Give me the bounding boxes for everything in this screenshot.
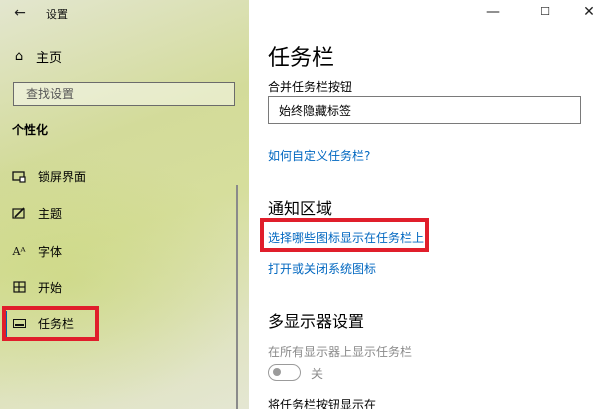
sidebar-item-label: 锁屏界面 [38,169,87,184]
highlight-box-taskbar [2,306,99,341]
sidebar-item-label: 开始 [38,280,63,295]
window-title: 设置 [46,8,68,21]
multiple-displays-heading: 多显示器设置 [268,312,365,331]
theme-brush-icon [12,206,26,220]
show-buttons-on-label: 将任务栏按钮显示在 [268,398,377,409]
toggle-knob [273,368,281,376]
system-icons-link[interactable]: 打开或关闭系统图标 [268,260,376,277]
sidebar: ← 设置 ⌂ 主页 个性化 锁屏界面 主题 Aᴬ 字体 开始 任务栏 [0,0,249,409]
customize-taskbar-link[interactable]: 如何自定义任务栏? [268,147,370,164]
maximize-icon[interactable]: ☐ [530,3,560,21]
sidebar-item-label: 字体 [38,244,63,259]
highlight-box-choose-icons [260,218,429,252]
notification-area-heading: 通知区域 [268,199,333,218]
show-on-all-displays-label: 在所有显示器上显示任务栏 [268,345,413,359]
sidebar-item-label: 主页 [36,51,63,66]
sidebar-item-fonts[interactable]: Aᴬ 字体 [12,241,63,261]
font-icon: Aᴬ [12,244,26,258]
page-title: 任务栏 [268,46,335,71]
search-input[interactable] [26,87,196,101]
sidebar-item-start[interactable]: 开始 [12,277,62,297]
minimize-icon[interactable]: — [478,3,508,21]
toggle-state-label: 关 [311,367,324,381]
section-title: 个性化 [12,123,49,137]
sidebar-item-lock-screen[interactable]: 锁屏界面 [12,166,86,186]
sidebar-scrollbar[interactable] [236,185,238,409]
combine-buttons-label: 合并任务栏按钮 [268,80,353,94]
show-on-all-displays-toggle[interactable] [268,364,301,381]
sidebar-item-label: 主题 [38,206,63,221]
sidebar-item-home[interactable]: ⌂ 主页 [12,47,62,66]
home-icon: ⌂ [14,49,24,64]
search-box[interactable] [13,82,235,106]
close-icon[interactable]: ✕ [574,3,600,21]
combine-buttons-dropdown[interactable]: 始终隐藏标签 [268,96,581,124]
content-pane: — ☐ ✕ 任务栏 合并任务栏按钮 始终隐藏标签 如何自定义任务栏? 通知区域 … [249,0,600,409]
start-icon [12,280,26,294]
dropdown-value: 始终隐藏标签 [279,103,352,118]
back-arrow-icon[interactable]: ← [10,4,30,22]
lock-screen-icon [12,169,26,183]
sidebar-item-theme[interactable]: 主题 [12,203,62,223]
